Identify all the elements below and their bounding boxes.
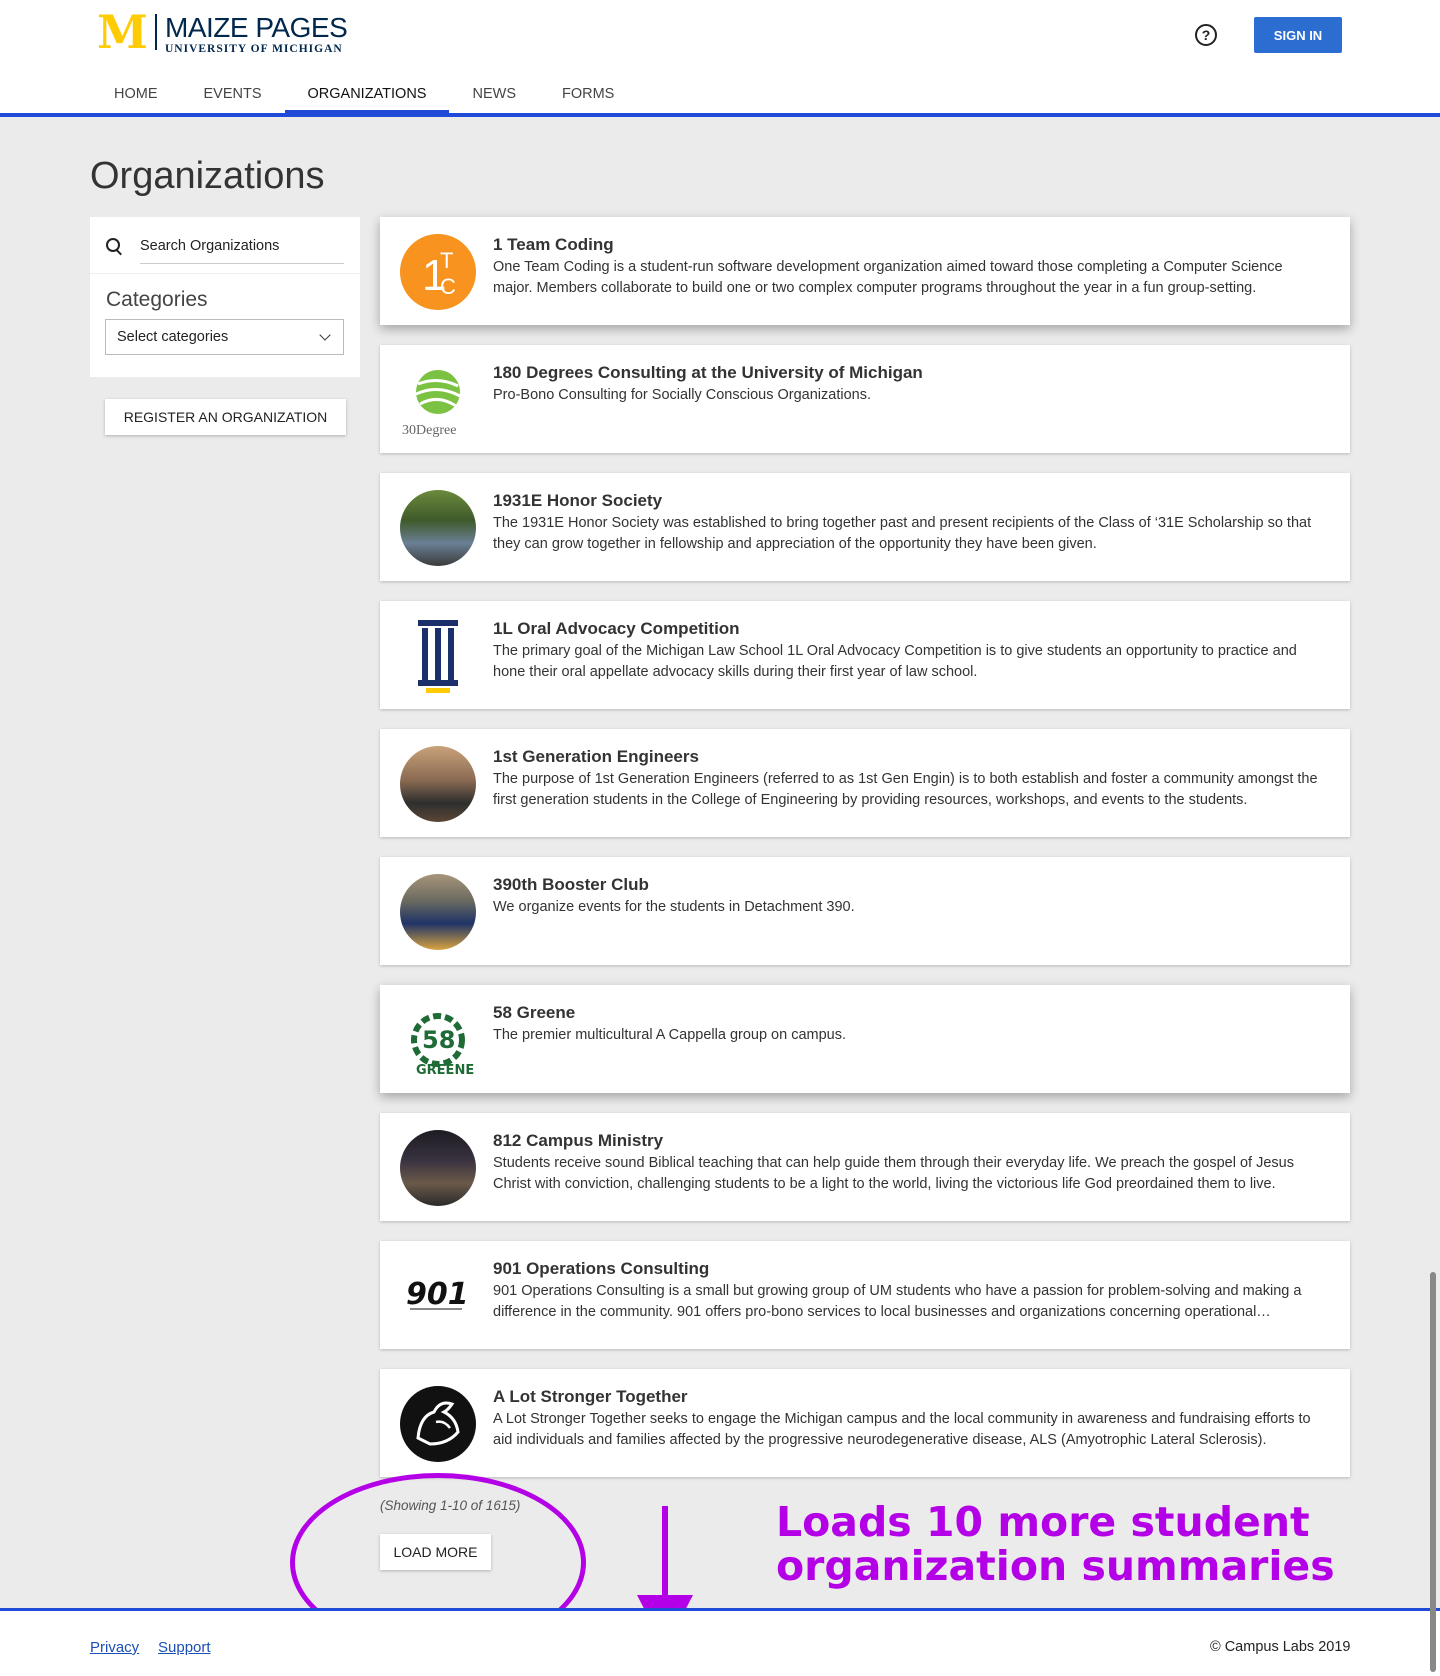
org-description: We organize events for the students in D… [493,899,855,915]
group-photo-icon [400,1130,476,1206]
org-card[interactable]: 58 GREENE 58 Greene The premier multicul… [380,985,1350,1093]
org-card[interactable]: A Lot Stronger Together A Lot Stronger T… [380,1369,1350,1477]
nav-forms[interactable]: FORMS [539,74,637,113]
org-card[interactable]: 1st Generation Engineers The purpose of … [380,729,1350,837]
nav-home[interactable]: HOME [91,74,181,113]
58-greene-logo-icon: 58 GREENE [400,1002,476,1078]
org-card[interactable]: 390th Booster Club We organize events fo… [380,857,1350,965]
org-name[interactable]: 1 Team Coding [493,235,614,255]
org-description: The primary goal of the Michigan Law Sch… [493,643,1297,680]
group-photo-icon [400,490,476,566]
svg-text:30Degree: 30Degree [402,423,456,438]
group-photo-icon [400,874,476,950]
org-description: A Lot Stronger Together seeks to engage … [493,1411,1311,1448]
org-name[interactable]: A Lot Stronger Together [493,1387,688,1407]
svg-text:58: 58 [422,1026,455,1054]
logo-text: MAIZE PAGES UNIVERSITY OF MICHIGAN [165,12,348,56]
block-m-logo: M [97,5,148,59]
privacy-link[interactable]: Privacy [90,1639,139,1656]
divider [90,273,360,274]
1tc-logo-t: T [440,248,453,273]
svg-text:GREENE: GREENE [416,1063,474,1078]
maize-pages-logo[interactable]: M MAIZE PAGES UNIVERSITY OF MICHIGAN [97,5,348,59]
org-description: One Team Coding is a student-run softwar… [493,259,1283,296]
org-name[interactable]: 1931E Honor Society [493,491,662,511]
scrollbar[interactable] [1430,1272,1436,1672]
support-link[interactable]: Support [158,1639,211,1656]
org-card[interactable]: 1L Oral Advocacy Competition The primary… [380,601,1350,709]
org-description: Pro-Bono Consulting for Socially Conscio… [493,387,871,403]
logo-divider [155,14,157,50]
site-header: M MAIZE PAGES UNIVERSITY OF MICHIGAN ? S… [0,0,1440,117]
page-title: Organizations [90,155,325,197]
org-description: 901 Operations Consulting is a small but… [493,1283,1302,1320]
org-description: The premier multicultural A Cappella gro… [493,1027,847,1043]
nav-organizations[interactable]: ORGANIZATIONS [284,74,450,114]
org-description: The 1931E Honor Society was established … [493,515,1312,552]
sign-in-button[interactable]: SIGN IN [1254,17,1342,53]
register-organization-button[interactable]: REGISTER AN ORGANIZATION [105,399,346,435]
svg-text:901: 901 [406,1277,469,1312]
org-name[interactable]: 812 Campus Ministry [493,1131,663,1151]
1tc-logo-icon: 1 T C [400,234,476,310]
help-icon[interactable]: ? [1195,24,1217,46]
nav-events[interactable]: EVENTS [181,74,285,113]
org-description: The purpose of 1st Generation Engineers … [493,771,1318,808]
search-input[interactable] [140,229,344,264]
copyright-text: © Campus Labs 2019 [1210,1639,1351,1655]
org-description: Students receive sound Biblical teaching… [493,1155,1294,1192]
org-name[interactable]: 901 Operations Consulting [493,1259,709,1279]
pillar-logo-icon [400,618,476,694]
nav-news[interactable]: NEWS [449,74,539,113]
flexed-arm-icon [400,1386,476,1462]
brand-title: MAIZE PAGES [165,12,348,43]
brand-subtitle: UNIVERSITY OF MICHIGAN [165,43,343,55]
org-card[interactable]: 1931E Honor Society The 1931E Honor Soci… [380,473,1350,581]
site-footer: Privacy Support © Campus Labs 2019 [0,1608,1440,1676]
org-name[interactable]: 180 Degrees Consulting at the University… [493,363,923,383]
901-logo-icon: 901 [400,1258,476,1334]
search-row [106,229,344,264]
org-card[interactable]: 812 Campus Ministry Students receive sou… [380,1113,1350,1221]
main-nav: HOME EVENTS ORGANIZATIONS NEWS FORMS [91,74,637,114]
categories-select-value: Select categories [117,329,229,345]
annotation-text: Loads 10 more student organization summa… [776,1498,1335,1590]
group-photo-icon [400,746,476,822]
org-card[interactable]: 1 T C 1 Team Coding One Team Coding is a… [380,217,1350,325]
categories-select[interactable]: Select categories [105,319,344,355]
org-name[interactable]: 390th Booster Club [493,875,649,895]
chevron-down-icon [319,329,331,341]
org-card[interactable]: 901 901 Operations Consulting 901 Operat… [380,1241,1350,1349]
org-name[interactable]: 1L Oral Advocacy Competition [493,619,740,639]
categories-label: Categories [106,288,208,311]
search-icon [106,237,124,256]
annotation-arrow-down-icon [662,1506,668,1601]
org-name[interactable]: 58 Greene [493,1003,575,1023]
org-card[interactable]: 30Degree 180 Degrees Consulting at the U… [380,345,1350,453]
1tc-logo-c: C [440,274,456,299]
org-name[interactable]: 1st Generation Engineers [493,747,699,767]
180-degrees-logo-icon: 30Degree [400,362,476,438]
